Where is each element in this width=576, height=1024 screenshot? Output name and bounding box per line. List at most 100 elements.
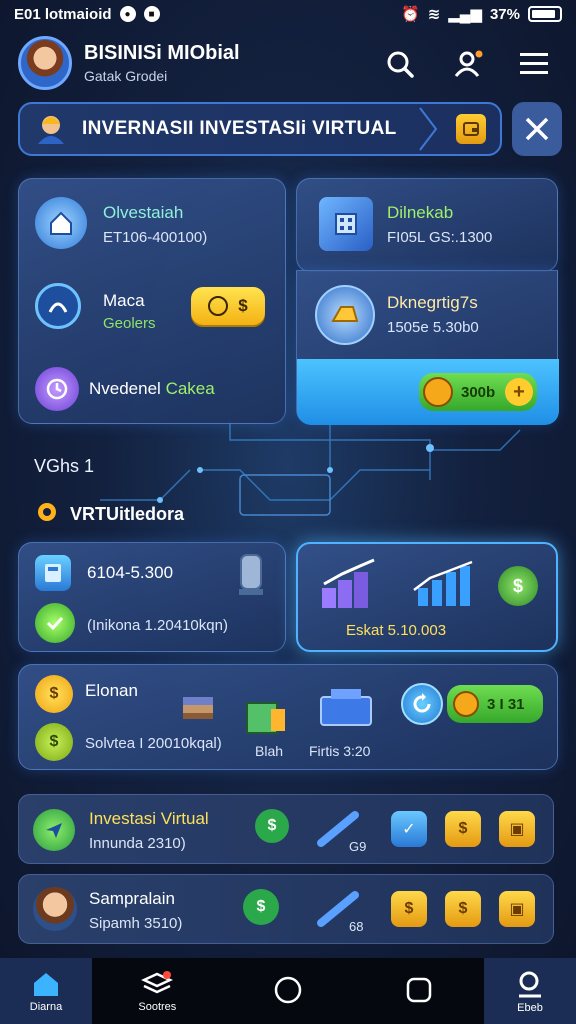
market-value: FI05L GS:.1300 [387, 229, 493, 246]
menu-icon[interactable] [514, 44, 554, 84]
send-icon [33, 809, 75, 851]
earnings-panel: $ Elonan $ Solvtea I 20010kqal) Blah Fir… [18, 664, 558, 770]
app-header: BISINISi MIObial Gatak Grodei [0, 30, 576, 96]
invest-value: ET106-400100) [103, 229, 208, 246]
list-item-count: 68 [349, 919, 364, 934]
investment-banner[interactable]: INVERNASII INVESTASIi VIRTUAL [18, 102, 502, 156]
clock-icon[interactable] [35, 367, 79, 411]
home-icon [34, 972, 58, 996]
schedule-label-main: Nvedenel [89, 379, 161, 398]
section-title: VRTUitledora [70, 504, 185, 524]
nav-recents[interactable] [353, 958, 484, 1024]
list-item-sub: Sipamh 3510) [89, 915, 183, 932]
avatar[interactable] [18, 36, 72, 90]
earn-caption: Solvtea I 20010kqal) [85, 735, 222, 752]
earn-item2-label: Firtis 3:20 [309, 743, 371, 759]
folder-icon [246, 702, 285, 734]
nav-home[interactable]: Diarna [0, 958, 92, 1024]
nav-label: Sootres [138, 1000, 177, 1013]
coin-icon [423, 377, 453, 407]
chevron-right-icon [419, 107, 438, 151]
plus-icon: + [505, 378, 533, 406]
reward-panel: Dknegrtig7s 1505e 5.30b0 300b + [296, 270, 559, 425]
coin-icon [208, 296, 229, 316]
list-item[interactable]: Sampralain Sipamh 3510) $ 68 $ $ ▣ [18, 874, 554, 944]
claim-button[interactable]: 300b + [419, 373, 537, 411]
dollar-gear-icon: $ [498, 566, 538, 606]
earn-title: Elonan [85, 681, 138, 700]
status-bar: E01 lotmaioid ● ■ ⏰ ≋ ▂▄▆ 37% [0, 0, 576, 28]
asset-title: Maca [103, 291, 145, 310]
shield-icon: ✓ [391, 811, 427, 847]
reward-title: Dknegrtig7s [387, 293, 478, 312]
alarm-icon: ⏰ [401, 6, 420, 23]
balance-caption: (Inikona 1.20410kqn) [87, 617, 228, 634]
device-icon [233, 554, 269, 595]
coin-stack-icon: $ [445, 811, 481, 847]
printer-icon [320, 689, 372, 726]
search-icon [519, 971, 542, 997]
gold-coin-icon: $ [445, 891, 481, 927]
list-item-title: Investasi Virtual [89, 809, 209, 828]
close-icon [525, 117, 549, 141]
dollar-coin-icon: $ [35, 675, 73, 713]
schedule-label-accent: Cakea [165, 379, 215, 398]
nav-stores[interactable]: Sootres [92, 958, 223, 1024]
money-icon: $ [255, 809, 289, 843]
battery-icon [528, 6, 562, 22]
bottom-nav: Diarna Sootres Ebeb [0, 958, 576, 1024]
market-title: Dilnekab [387, 203, 454, 222]
invest-title: Olvestaiah [103, 203, 184, 222]
money-icon: $ [243, 889, 279, 925]
gear-icon [34, 500, 60, 524]
nav-label: Diarna [29, 1000, 63, 1013]
treasure-icon: ▣ [499, 891, 535, 927]
list-item[interactable]: Investasi Virtual Innunda 2310) $ G9 ✓ $… [18, 794, 554, 864]
coin-stack-icon: $ [35, 723, 73, 761]
coin-icon [453, 691, 479, 717]
growth-card[interactable]: $ Eskat 5.10.003 [296, 542, 558, 652]
advisor-icon [38, 116, 64, 144]
add-user-icon[interactable] [448, 44, 488, 84]
circle-home-icon [274, 976, 302, 1003]
recents-icon [406, 977, 431, 1002]
nav-system-home[interactable] [223, 958, 354, 1024]
banner-text: INVERNASII INVESTASIi VIRTUAL [82, 118, 397, 139]
section-label: VGhs 1 [34, 456, 95, 476]
asset-icon[interactable] [35, 283, 81, 329]
search-icon[interactable] [380, 44, 420, 84]
market-panel: Dilnekab FI05L GS:.1300 [296, 178, 558, 272]
gold-bar-icon[interactable] [315, 285, 375, 345]
list-item-title: Sampralain [89, 889, 175, 908]
message-icon: ■ [143, 6, 160, 22]
building-icon[interactable] [319, 197, 373, 251]
battery-percent: 37% [489, 5, 520, 23]
wifi-icon: ≋ [427, 6, 441, 23]
home-invest-icon[interactable] [35, 197, 87, 249]
coin-button[interactable]: $ [191, 287, 265, 325]
balance-value: 6104-5.300 [87, 563, 174, 582]
growth-chart-icon [322, 558, 375, 608]
balance-card[interactable]: 6104-5.300 (Inikona 1.20410kqn) [18, 542, 286, 652]
app-title: BISINISi MIObial [84, 42, 240, 64]
growth-caption: Eskat 5.10.003 [346, 622, 447, 639]
asset-value: Geolers [103, 315, 156, 332]
refresh-icon[interactable] [401, 683, 443, 725]
nav-label: Ebeb [517, 1001, 543, 1014]
claim-label: 300b [461, 383, 496, 401]
check-icon [35, 603, 75, 643]
notification-icon: ● [119, 6, 136, 22]
wallet-icon[interactable] [456, 114, 486, 144]
collect-label: 3 I 31 [487, 695, 525, 713]
book-icon [183, 697, 213, 719]
collect-button[interactable]: 3 I 31 [447, 685, 543, 723]
nav-profile[interactable]: Ebeb [484, 958, 576, 1024]
avatar [33, 887, 77, 931]
stack-icon [141, 970, 174, 993]
calculator-icon [35, 555, 71, 591]
close-button[interactable] [512, 102, 562, 156]
schedule-label: Nvedenel Cakea [89, 379, 215, 399]
signal-icon: ▂▄▆ [448, 6, 482, 23]
app-subtitle: Gatak Grodei [84, 68, 168, 84]
list-item-sub: Innunda 2310) [89, 835, 186, 852]
